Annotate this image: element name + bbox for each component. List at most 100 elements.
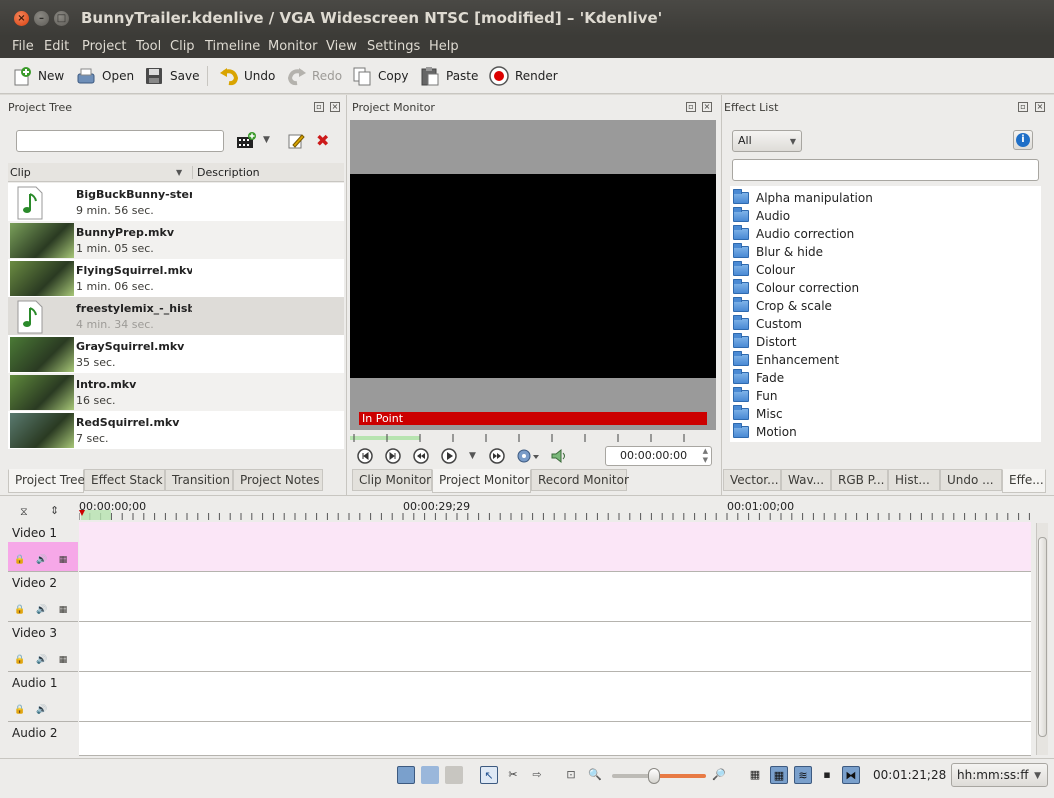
clip-row[interactable]: Intro.mkv 16 sec. — [8, 373, 344, 411]
clip-row[interactable]: GraySquirrel.mkv 35 sec. — [8, 335, 344, 373]
monitor-viewport[interactable]: In Point — [350, 120, 716, 436]
effect-filter-select[interactable]: All ▼ — [732, 130, 802, 152]
volume-icon[interactable] — [550, 448, 568, 464]
track-lane[interactable] — [79, 722, 1031, 756]
monitor-dock-tab-2[interactable]: Record Monitor — [531, 469, 629, 491]
menu-project[interactable]: Project — [82, 39, 126, 54]
effect-category[interactable]: Crop & scale — [733, 297, 832, 315]
dock-splitter[interactable] — [721, 95, 722, 495]
zoom-in-icon[interactable]: 🔎 — [710, 766, 728, 784]
window-minimize-button[interactable]: – — [34, 11, 49, 26]
new-button[interactable]: New — [12, 64, 64, 88]
select-tool-icon[interactable]: ↖ — [480, 766, 498, 784]
clip-row[interactable]: freestylemix_-_hisb 4 min. 34 sec. — [8, 297, 344, 335]
lock-icon[interactable]: 🔒 — [14, 555, 25, 565]
monitor-ruler[interactable] — [350, 430, 716, 444]
effect-category[interactable]: Colour — [733, 261, 795, 279]
go-to-end-icon[interactable] — [385, 448, 401, 464]
monitor-config-icon[interactable] — [516, 448, 540, 464]
effect-category[interactable]: Audio — [733, 207, 790, 225]
snap-icon[interactable] — [397, 766, 415, 784]
waveform-icon[interactable]: ≋ — [794, 766, 812, 784]
redo-button[interactable]: Redo — [286, 64, 342, 88]
track-lane[interactable] — [79, 522, 1031, 572]
close-panel-icon[interactable]: × — [330, 102, 340, 112]
lock-icon[interactable]: 🔒 — [14, 655, 25, 665]
track-header[interactable]: Video 1 🔒 🔊 ▦ — [8, 522, 78, 572]
effect-category[interactable]: Fade — [733, 369, 784, 387]
forward-icon[interactable] — [489, 448, 505, 464]
mute-icon[interactable]: 🔊 — [36, 605, 47, 615]
effect-category[interactable]: Motion — [733, 423, 797, 441]
hide-video-icon[interactable]: ▦ — [58, 605, 68, 615]
mute-icon[interactable]: 🔊 — [36, 555, 47, 565]
hide-video-icon[interactable]: ▦ — [58, 655, 68, 665]
project-search-input[interactable] — [16, 130, 224, 152]
effect-category[interactable]: Distort — [733, 333, 797, 351]
menu-monitor[interactable]: Monitor — [268, 39, 317, 54]
menu-edit[interactable]: Edit — [44, 39, 69, 54]
rewind-icon[interactable] — [413, 448, 429, 464]
mute-icon[interactable]: 🔊 — [36, 655, 47, 665]
right-dock-tab-0[interactable]: Vector... — [723, 469, 781, 491]
window-close-button[interactable]: × — [14, 11, 29, 26]
zoom-slider-handle[interactable] — [648, 768, 660, 784]
add-clip-icon[interactable] — [236, 132, 256, 150]
play-options-dropdown-icon[interactable]: ▼ — [469, 451, 476, 461]
edit-clip-icon[interactable] — [287, 132, 305, 150]
column-clip[interactable]: Clip — [10, 166, 31, 179]
zoom-slider[interactable] — [612, 768, 706, 784]
float-panel-icon[interactable]: ▫ — [1018, 102, 1028, 112]
effect-category[interactable]: Misc — [733, 405, 783, 423]
track-header[interactable]: Audio 1 🔒 🔊 — [8, 672, 78, 722]
ripple-icon[interactable]: ⧓ — [842, 766, 860, 784]
zoom-out-icon[interactable]: 🔍 — [586, 766, 604, 784]
clip-row[interactable]: RedSquirrel.mkv 7 sec. — [8, 411, 344, 449]
menu-tool[interactable]: Tool — [136, 39, 161, 54]
render-button[interactable]: Render — [489, 64, 558, 88]
track-height-icon[interactable]: ⇕ — [50, 504, 59, 517]
clip-row[interactable]: FlyingSquirrel.mkv 1 min. 06 sec. — [8, 259, 344, 297]
menu-help[interactable]: Help — [429, 39, 459, 54]
menu-timeline[interactable]: Timeline — [205, 39, 260, 54]
fit-timeline-icon[interactable]: ⊡ — [562, 766, 580, 784]
timecode-format-select[interactable]: hh:mm:ss:ff ▼ — [951, 763, 1048, 787]
float-panel-icon[interactable]: ▫ — [686, 102, 696, 112]
go-to-start-icon[interactable] — [357, 448, 373, 464]
track-lane[interactable] — [79, 622, 1031, 672]
menu-clip[interactable]: Clip — [170, 39, 195, 54]
right-dock-tab-1[interactable]: Wav... — [781, 469, 831, 491]
left-dock-tab-3[interactable]: Project Notes — [233, 469, 323, 491]
mute-icon[interactable]: 🔊 — [36, 705, 47, 715]
open-button[interactable]: Open — [76, 64, 134, 88]
right-dock-tab-4[interactable]: Undo ... — [940, 469, 1002, 491]
timecode-spin-icon[interactable]: ▲ ▼ — [703, 447, 708, 465]
delete-clip-icon[interactable]: ✖ — [316, 131, 329, 150]
play-icon[interactable] — [441, 448, 457, 464]
undo-button[interactable]: Undo — [218, 64, 275, 88]
left-dock-tab-1[interactable]: Effect Stack — [84, 469, 165, 491]
save-button[interactable]: Save — [144, 64, 199, 88]
timeline-scrollbar[interactable] — [1036, 523, 1048, 755]
effect-category[interactable]: Audio correction — [733, 225, 854, 243]
fit-zoom-icon[interactable]: ⧖ — [20, 505, 28, 519]
split-audio-icon[interactable] — [421, 766, 439, 784]
effect-category[interactable]: Custom — [733, 315, 802, 333]
left-dock-tab-0[interactable]: Project Tree — [8, 469, 85, 493]
effect-category[interactable]: Blur & hide — [733, 243, 823, 261]
right-dock-tab-2[interactable]: RGB P... — [831, 469, 888, 491]
clip-row[interactable]: BigBuckBunny-ster 9 min. 56 sec. — [8, 183, 344, 221]
menu-view[interactable]: View — [326, 39, 357, 54]
monitor-dock-tab-1[interactable]: Project Monitor — [432, 469, 531, 493]
dock-splitter[interactable] — [346, 95, 347, 495]
monitor-timecode-field[interactable]: 00:00:00:00 ▲ ▼ — [605, 446, 712, 466]
markers-icon[interactable]: ▪ — [818, 766, 836, 784]
track-header[interactable]: Video 3 🔒 🔊 ▦ — [8, 622, 78, 672]
copy-button[interactable]: Copy — [352, 64, 408, 88]
window-maximize-button[interactable]: □ — [54, 11, 69, 26]
lock-icon[interactable]: 🔒 — [14, 605, 25, 615]
scrollbar-thumb[interactable] — [1038, 537, 1047, 737]
audio-thumbs-icon[interactable]: ▦ — [770, 766, 788, 784]
razor-tool-icon[interactable]: ✂ — [504, 766, 522, 784]
menu-settings[interactable]: Settings — [367, 39, 420, 54]
